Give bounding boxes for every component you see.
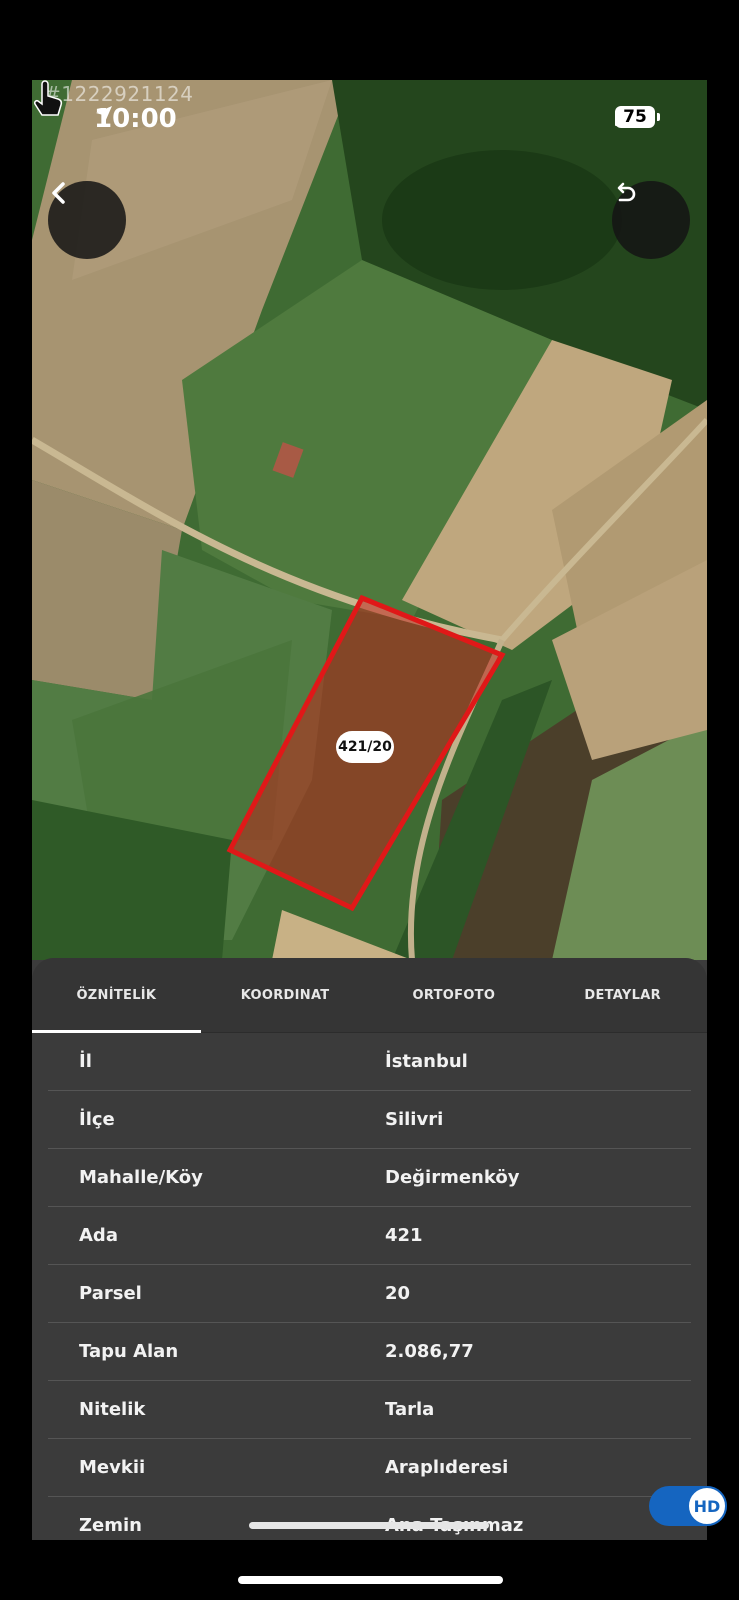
back-arrow-icon — [52, 182, 65, 204]
attribute-row-il: İl İstanbul — [48, 1033, 691, 1091]
hd-toggle-knob: HD — [687, 1486, 727, 1526]
status-time: 10:00 — [94, 104, 177, 134]
undo-button[interactable] — [612, 181, 690, 259]
home-indicator[interactable] — [238, 1576, 503, 1584]
attribute-value: Silivri — [385, 1109, 444, 1130]
parcel-label[interactable]: 421/20 — [336, 731, 394, 763]
attribute-value: 20 — [385, 1283, 411, 1304]
tab-koordinat[interactable]: KOORDINAT — [201, 958, 370, 1032]
tab-bar: ÖZNİTELİK KOORDINAT ORTOFOTO DETAYLAR — [32, 958, 707, 1033]
attribute-key: Mevkii — [79, 1457, 146, 1478]
location-arrow-icon — [96, 106, 112, 122]
attribute-key: Parsel — [79, 1283, 142, 1304]
attribute-value: Tarla — [385, 1399, 435, 1420]
attribute-row-zemin: Zemin Ana Taşınmaz — [48, 1497, 691, 1540]
hand-pointer-icon — [34, 80, 63, 116]
attribute-row-mahalle: Mahalle/Köy Değirmenköy — [48, 1149, 691, 1207]
attribute-row-ada: Ada 421 — [48, 1207, 691, 1265]
satellite-map[interactable]: #1222921124 10:00 75 421/20 — [32, 80, 707, 960]
attribute-key: İl — [79, 1051, 92, 1072]
tab-oznitelik[interactable]: ÖZNİTELİK — [32, 958, 201, 1033]
parcel-info-sheet: ÖZNİTELİK KOORDINAT ORTOFOTO DETAYLAR İl… — [32, 958, 707, 1540]
attribute-value: 2.086,77 — [385, 1341, 474, 1362]
hd-toggle[interactable]: HD — [649, 1486, 727, 1526]
battery-icon: 75 — [615, 106, 660, 128]
watermark-id: #1222921124 — [44, 82, 194, 106]
map-imagery — [32, 80, 707, 960]
attribute-row-tapu-alan: Tapu Alan 2.086,77 — [48, 1323, 691, 1381]
battery-level: 75 — [623, 107, 647, 127]
attribute-value: İstanbul — [385, 1051, 468, 1072]
back-button[interactable] — [48, 181, 126, 259]
attribute-key: Mahalle/Köy — [79, 1167, 203, 1188]
app-screen: #1222921124 10:00 75 421/20 ÖZNİTELİK KO… — [32, 80, 707, 1540]
attribute-row-nitelik: Nitelik Tarla — [48, 1381, 691, 1439]
tab-ortofoto[interactable]: ORTOFOTO — [370, 958, 539, 1032]
attribute-key: İlçe — [79, 1109, 115, 1130]
attribute-value: Araplıderesi — [385, 1457, 509, 1478]
attribute-value: Değirmenköy — [385, 1167, 520, 1188]
undo-icon — [617, 182, 636, 202]
attribute-row-parsel: Parsel 20 — [48, 1265, 691, 1323]
attribute-list: İl İstanbul İlçe Silivri Mahalle/Köy Değ… — [48, 1033, 691, 1540]
attribute-value: 421 — [385, 1225, 423, 1246]
app-home-indicator — [249, 1522, 489, 1529]
attribute-key: Tapu Alan — [79, 1341, 179, 1362]
attribute-row-ilce: İlçe Silivri — [48, 1091, 691, 1149]
attribute-key: Ada — [79, 1225, 118, 1246]
tab-detaylar[interactable]: DETAYLAR — [538, 958, 707, 1032]
attribute-key: Nitelik — [79, 1399, 146, 1420]
status-indicators: 75 — [615, 106, 660, 128]
attribute-row-mevkii: Mevkii Araplıderesi — [48, 1439, 691, 1497]
